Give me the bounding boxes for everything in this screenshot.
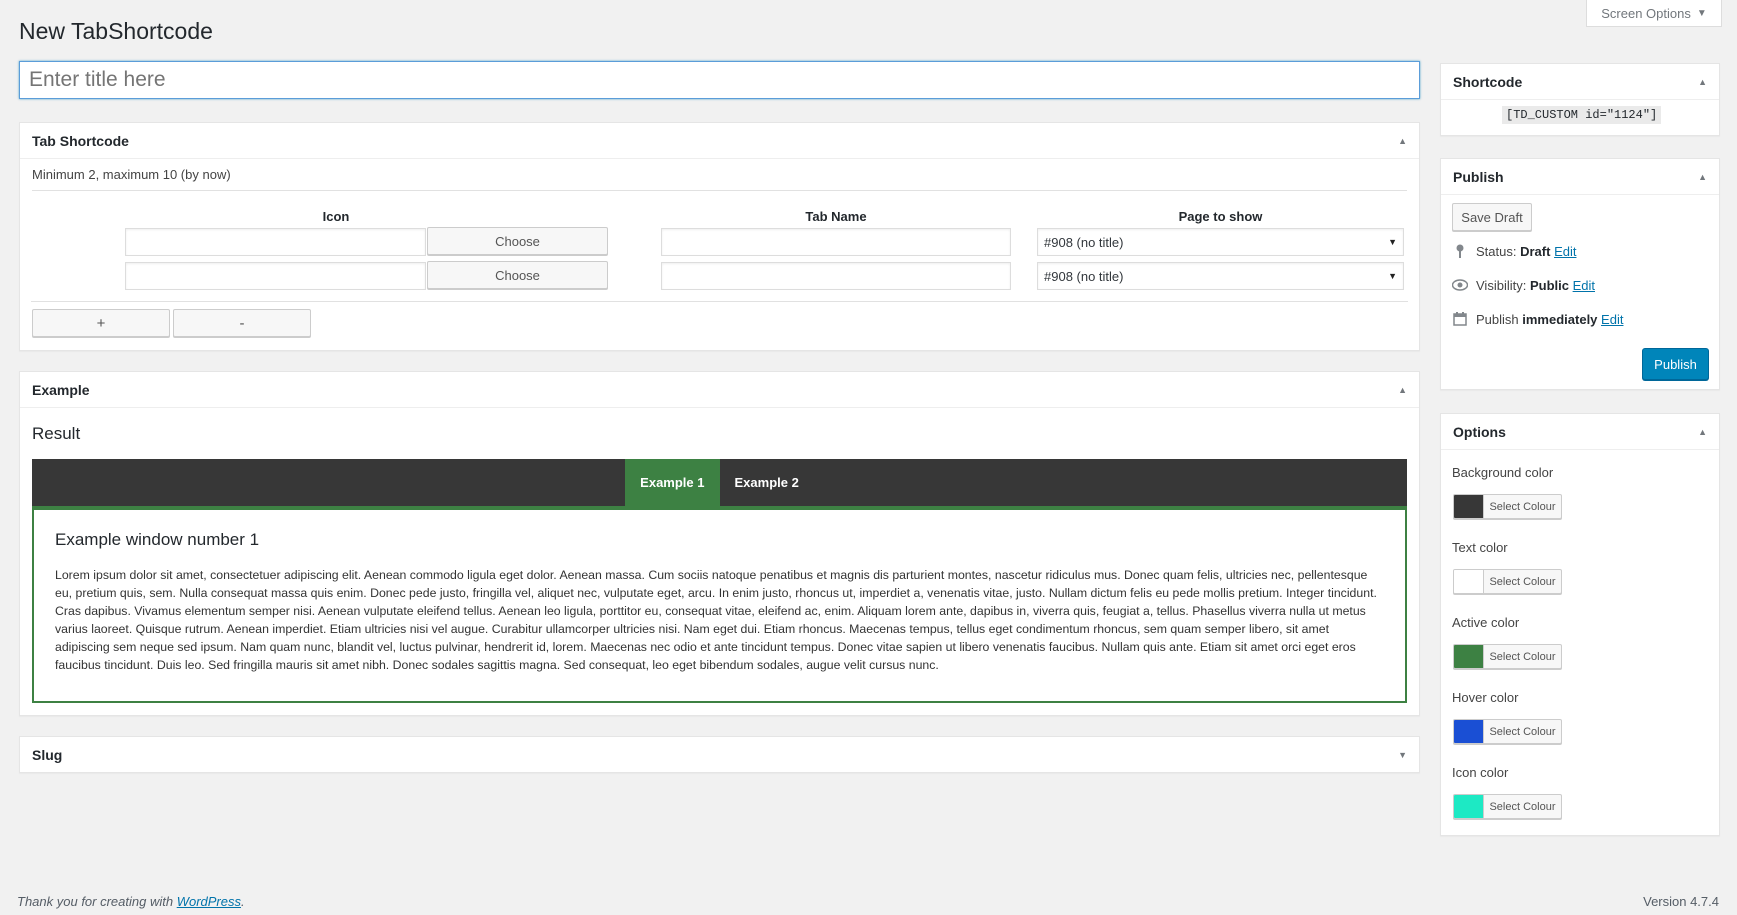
choose-icon-button[interactable]: Choose bbox=[427, 227, 608, 255]
color-swatch bbox=[1454, 570, 1484, 593]
example-tab-2[interactable]: Example 2 bbox=[720, 459, 814, 506]
publish-header[interactable]: Publish ▲ bbox=[1441, 159, 1719, 195]
active-color-label: Active color bbox=[1452, 615, 1520, 630]
color-swatch bbox=[1454, 795, 1484, 818]
options-title: Options bbox=[1453, 423, 1506, 440]
screen-options-button[interactable]: Screen Options ▼ bbox=[1586, 0, 1722, 27]
calendar-icon bbox=[1452, 311, 1468, 327]
column-icon-header: Icon bbox=[322, 209, 350, 224]
visibility-value: Public bbox=[1529, 277, 1569, 293]
tab-shortcode-title: Tab Shortcode bbox=[32, 132, 129, 149]
status-row: Status: Draft Edit bbox=[1452, 243, 1576, 259]
dropdown-caret-icon: ▼ bbox=[1388, 237, 1397, 247]
page-select-value: #908 (no title) bbox=[1044, 268, 1124, 284]
choose-icon-button[interactable]: Choose bbox=[427, 261, 608, 289]
collapse-up-icon[interactable]: ▲ bbox=[1398, 385, 1407, 395]
page-select-value: #908 (no title) bbox=[1044, 234, 1124, 250]
example-header[interactable]: Example ▲ bbox=[20, 372, 1419, 408]
select-colour-label: Select Colour bbox=[1489, 650, 1556, 663]
select-colour-label: Select Colour bbox=[1489, 575, 1556, 588]
options-box: Options ▲ Background color Select Colour… bbox=[1440, 413, 1720, 836]
color-swatch bbox=[1454, 645, 1484, 668]
background-color-label: Background color bbox=[1452, 465, 1554, 480]
status-value: Draft bbox=[1520, 243, 1551, 259]
visibility-row: Visibility: Public Edit bbox=[1452, 277, 1595, 293]
schedule-row: Publish immediately Edit bbox=[1452, 311, 1623, 327]
edit-status-link[interactable]: Edit bbox=[1554, 244, 1576, 259]
title-input[interactable] bbox=[19, 61, 1420, 99]
tab-name-input[interactable] bbox=[661, 262, 1011, 290]
slug-box: Slug ▼ bbox=[19, 736, 1420, 773]
icon-input[interactable] bbox=[125, 262, 426, 290]
icon-color-label: Icon color bbox=[1452, 765, 1509, 780]
edit-visibility-link[interactable]: Edit bbox=[1573, 278, 1595, 293]
page-select[interactable]: #908 (no title) ▼ bbox=[1037, 262, 1404, 290]
dropdown-caret-icon: ▼ bbox=[1388, 271, 1397, 281]
color-swatch bbox=[1454, 720, 1484, 743]
text-color-label: Text color bbox=[1452, 540, 1508, 555]
footer-thanks: Thank you for creating with WordPress. bbox=[17, 894, 245, 909]
footer-thanks-text: Thank you for creating with bbox=[17, 894, 174, 909]
example-window-text: Lorem ipsum dolor sit amet, consectetuer… bbox=[55, 568, 1377, 672]
hover-color-label: Hover color bbox=[1452, 690, 1519, 705]
shortcode-box: Shortcode ▲ [TD_CUSTOM id="1124"] bbox=[1440, 63, 1720, 136]
visibility-label: Visibility: bbox=[1476, 277, 1527, 293]
screen-options-label: Screen Options bbox=[1601, 5, 1691, 21]
active-color-picker[interactable]: Select Colour bbox=[1453, 644, 1562, 669]
page-select[interactable]: #908 (no title) ▼ bbox=[1037, 228, 1404, 256]
collapse-up-icon[interactable]: ▲ bbox=[1398, 136, 1407, 146]
result-heading: Result bbox=[32, 424, 81, 443]
publish-when-label: Publish bbox=[1476, 311, 1519, 327]
save-draft-button[interactable]: Save Draft bbox=[1452, 203, 1532, 231]
status-label: Status: bbox=[1476, 243, 1517, 259]
example-tab-1[interactable]: Example 1 bbox=[625, 459, 720, 506]
icon-color-picker[interactable]: Select Colour bbox=[1453, 794, 1562, 819]
background-color-picker[interactable]: Select Colour bbox=[1453, 494, 1562, 519]
eye-icon bbox=[1452, 277, 1468, 293]
shortcode-code[interactable]: [TD_CUSTOM id="1124"] bbox=[1502, 106, 1662, 124]
column-tab-name-header: Tab Name bbox=[805, 209, 867, 224]
example-title: Example bbox=[32, 381, 90, 398]
example-tab-window: Example window number 1 Lorem ipsum dolo… bbox=[32, 506, 1407, 703]
wordpress-link[interactable]: WordPress bbox=[177, 894, 241, 909]
publish-button[interactable]: Publish bbox=[1642, 348, 1709, 380]
add-tab-button[interactable]: + bbox=[32, 309, 170, 337]
tab-shortcode-hint: Minimum 2, maximum 10 (by now) bbox=[32, 159, 1407, 191]
select-colour-label: Select Colour bbox=[1489, 800, 1556, 813]
page-title: New TabShortcode bbox=[19, 18, 213, 44]
publish-when-value: immediately bbox=[1522, 311, 1598, 327]
collapse-up-icon[interactable]: ▲ bbox=[1698, 172, 1707, 182]
hover-color-picker[interactable]: Select Colour bbox=[1453, 719, 1562, 744]
publish-box: Publish ▲ Save Draft Status: Draft Edit … bbox=[1440, 158, 1720, 390]
column-page-header: Page to show bbox=[1178, 209, 1263, 224]
shortcode-header[interactable]: Shortcode ▲ bbox=[1441, 64, 1719, 100]
pin-icon bbox=[1452, 243, 1468, 259]
select-colour-label: Select Colour bbox=[1489, 500, 1556, 513]
color-swatch bbox=[1454, 495, 1484, 518]
shortcode-title: Shortcode bbox=[1453, 73, 1523, 90]
expand-down-icon[interactable]: ▼ bbox=[1398, 750, 1407, 760]
tab-shortcode-header[interactable]: Tab Shortcode ▲ bbox=[20, 123, 1419, 159]
divider bbox=[31, 301, 1408, 302]
select-colour-label: Select Colour bbox=[1489, 725, 1556, 738]
publish-title: Publish bbox=[1453, 168, 1504, 185]
text-color-picker[interactable]: Select Colour bbox=[1453, 569, 1562, 594]
tab-name-input[interactable] bbox=[661, 228, 1011, 256]
slug-title: Slug bbox=[32, 747, 63, 763]
example-tabs-bar: Example 1 Example 2 bbox=[32, 459, 1407, 506]
icon-input[interactable] bbox=[125, 228, 426, 256]
slug-header[interactable]: Slug ▼ bbox=[20, 737, 1419, 773]
options-header[interactable]: Options ▲ bbox=[1441, 414, 1719, 450]
collapse-up-icon[interactable]: ▲ bbox=[1698, 427, 1707, 437]
remove-tab-button[interactable]: - bbox=[173, 309, 311, 337]
example-box: Example ▲ Result Example 1 Example 2 Exa… bbox=[19, 371, 1420, 716]
chevron-down-icon: ▼ bbox=[1696, 7, 1707, 19]
footer-version: Version 4.7.4 bbox=[1643, 894, 1719, 909]
example-window-title: Example window number 1 bbox=[55, 530, 260, 549]
edit-schedule-link[interactable]: Edit bbox=[1601, 312, 1623, 327]
collapse-up-icon[interactable]: ▲ bbox=[1698, 77, 1707, 87]
